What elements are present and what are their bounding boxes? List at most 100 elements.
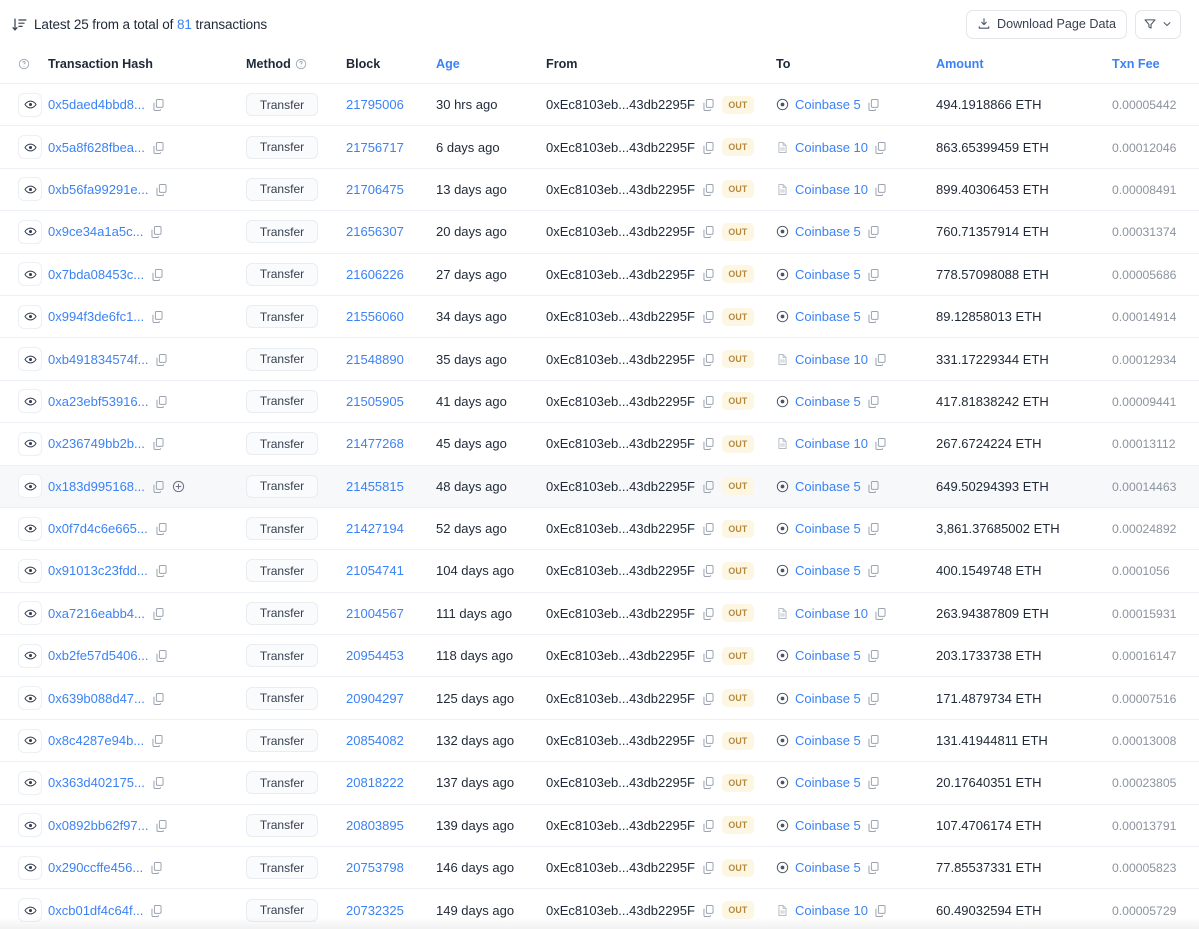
toggle-visibility-button[interactable] [18, 305, 42, 329]
block-link[interactable]: 21455815 [346, 479, 404, 494]
block-link[interactable]: 21427194 [346, 521, 404, 536]
table-row[interactable]: 0xb491834574f...Transfer2154889035 days … [0, 338, 1199, 380]
column-header-hash[interactable]: Transaction Hash [48, 48, 246, 84]
to-address-link[interactable]: Coinbase 5 [795, 733, 861, 748]
to-address-link[interactable]: Coinbase 10 [795, 352, 868, 367]
copy-icon[interactable] [867, 225, 880, 238]
copy-icon[interactable] [874, 353, 887, 366]
block-link[interactable]: 20954453 [346, 648, 404, 663]
copy-icon[interactable] [867, 98, 880, 111]
to-address-link[interactable]: Coinbase 5 [795, 860, 861, 875]
copy-icon[interactable] [874, 437, 887, 450]
copy-icon[interactable] [874, 141, 887, 154]
table-row[interactable]: 0x9ce34a1a5c...Transfer2165630720 days a… [0, 211, 1199, 253]
toggle-visibility-button[interactable] [18, 729, 42, 753]
block-link[interactable]: 20753798 [346, 860, 404, 875]
copy-icon[interactable] [867, 564, 880, 577]
to-address-link[interactable]: Coinbase 5 [795, 224, 861, 239]
to-address-link[interactable]: Coinbase 10 [795, 140, 868, 155]
to-address-link[interactable]: Coinbase 10 [795, 182, 868, 197]
toggle-visibility-button[interactable] [18, 262, 42, 286]
copy-icon[interactable] [867, 692, 880, 705]
to-address-link[interactable]: Coinbase 5 [795, 309, 861, 324]
question-circle-icon[interactable] [295, 58, 307, 70]
to-address-link[interactable]: Coinbase 5 [795, 394, 861, 409]
table-row[interactable]: 0x7bda08453c...Transfer2160622627 days a… [0, 253, 1199, 295]
table-row[interactable]: 0xb2fe57d5406...Transfer20954453118 days… [0, 635, 1199, 677]
transaction-hash-link[interactable]: 0x290ccffe456... [48, 860, 143, 875]
copy-icon[interactable] [151, 734, 164, 747]
copy-icon[interactable] [155, 353, 168, 366]
to-address-link[interactable]: Coinbase 5 [795, 479, 861, 494]
toggle-visibility-button[interactable] [18, 177, 42, 201]
block-link[interactable]: 20803895 [346, 818, 404, 833]
copy-icon[interactable] [702, 310, 715, 323]
copy-icon[interactable] [702, 861, 715, 874]
transaction-hash-link[interactable]: 0x5a8f628fbea... [48, 140, 145, 155]
block-link[interactable]: 21606226 [346, 267, 404, 282]
transaction-hash-link[interactable]: 0xb491834574f... [48, 352, 148, 367]
block-link[interactable]: 21795006 [346, 97, 404, 112]
table-row[interactable]: 0xb56fa99291e...Transfer2170647513 days … [0, 168, 1199, 210]
copy-icon[interactable] [152, 480, 165, 493]
copy-icon[interactable] [702, 141, 715, 154]
transaction-hash-link[interactable]: 0x639b088d47... [48, 691, 145, 706]
copy-icon[interactable] [867, 395, 880, 408]
block-link[interactable]: 21656307 [346, 224, 404, 239]
copy-icon[interactable] [702, 522, 715, 535]
table-row[interactable]: 0xa23ebf53916...Transfer2150590541 days … [0, 380, 1199, 422]
table-row[interactable]: 0x91013c23fdd...Transfer21054741104 days… [0, 550, 1199, 592]
copy-icon[interactable] [867, 734, 880, 747]
transaction-hash-link[interactable]: 0x236749bb2b... [48, 436, 145, 451]
column-header-from[interactable]: From [546, 48, 776, 84]
table-row[interactable]: 0x5a8f628fbea...Transfer217567176 days a… [0, 126, 1199, 168]
to-address-link[interactable]: Coinbase 5 [795, 267, 861, 282]
copy-icon[interactable] [702, 268, 715, 281]
transaction-hash-link[interactable]: 0x9ce34a1a5c... [48, 224, 143, 239]
block-link[interactable]: 20854082 [346, 733, 404, 748]
copy-icon[interactable] [702, 692, 715, 705]
copy-icon[interactable] [155, 522, 168, 535]
copy-icon[interactable] [151, 268, 164, 281]
toggle-visibility-button[interactable] [18, 517, 42, 541]
copy-icon[interactable] [702, 98, 715, 111]
transaction-hash-link[interactable]: 0x7bda08453c... [48, 267, 144, 282]
block-link[interactable]: 20732325 [346, 903, 404, 918]
transaction-hash-link[interactable]: 0x183d995168... [48, 479, 145, 494]
toggle-visibility-button[interactable] [18, 644, 42, 668]
block-link[interactable]: 21756717 [346, 140, 404, 155]
transaction-hash-link[interactable]: 0x0892bb62f97... [48, 818, 148, 833]
transaction-hash-link[interactable]: 0x363d402175... [48, 775, 145, 790]
toggle-visibility-button[interactable] [18, 686, 42, 710]
column-header-to[interactable]: To [776, 48, 936, 84]
table-row[interactable]: 0x5daed4bbd8...Transfer2179500630 hrs ag… [0, 84, 1199, 126]
copy-icon[interactable] [867, 861, 880, 874]
table-row[interactable]: 0x183d995168...Transfer2145581548 days a… [0, 465, 1199, 507]
copy-icon[interactable] [150, 861, 163, 874]
table-row[interactable]: 0xcb01df4c64f...Transfer20732325149 days… [0, 889, 1199, 929]
to-address-link[interactable]: Coinbase 5 [795, 563, 861, 578]
copy-icon[interactable] [152, 98, 165, 111]
toggle-visibility-button[interactable] [18, 559, 42, 583]
transaction-hash-link[interactable]: 0x0f7d4c6e665... [48, 521, 148, 536]
transaction-hash-link[interactable]: 0x91013c23fdd... [48, 563, 148, 578]
copy-icon[interactable] [155, 183, 168, 196]
copy-icon[interactable] [152, 776, 165, 789]
table-row[interactable]: 0xa7216eabb4...Transfer21004567111 days … [0, 592, 1199, 634]
transaction-hash-link[interactable]: 0x994f3de6fc1... [48, 309, 144, 324]
table-row[interactable]: 0x363d402175...Transfer20818222137 days … [0, 762, 1199, 804]
copy-icon[interactable] [702, 395, 715, 408]
copy-icon[interactable] [152, 692, 165, 705]
filter-button[interactable] [1135, 10, 1181, 39]
to-address-link[interactable]: Coinbase 10 [795, 606, 868, 621]
to-address-link[interactable]: Coinbase 5 [795, 775, 861, 790]
toggle-visibility-button[interactable] [18, 813, 42, 837]
copy-icon[interactable] [152, 141, 165, 154]
transaction-hash-link[interactable]: 0xb2fe57d5406... [48, 648, 148, 663]
table-row[interactable]: 0x639b088d47...Transfer20904297125 days … [0, 677, 1199, 719]
copy-icon[interactable] [702, 225, 715, 238]
to-address-link[interactable]: Coinbase 5 [795, 521, 861, 536]
column-header-fee[interactable]: Txn Fee [1112, 48, 1199, 84]
question-circle-icon[interactable] [18, 58, 30, 70]
table-row[interactable]: 0x0892bb62f97...Transfer20803895139 days… [0, 804, 1199, 846]
